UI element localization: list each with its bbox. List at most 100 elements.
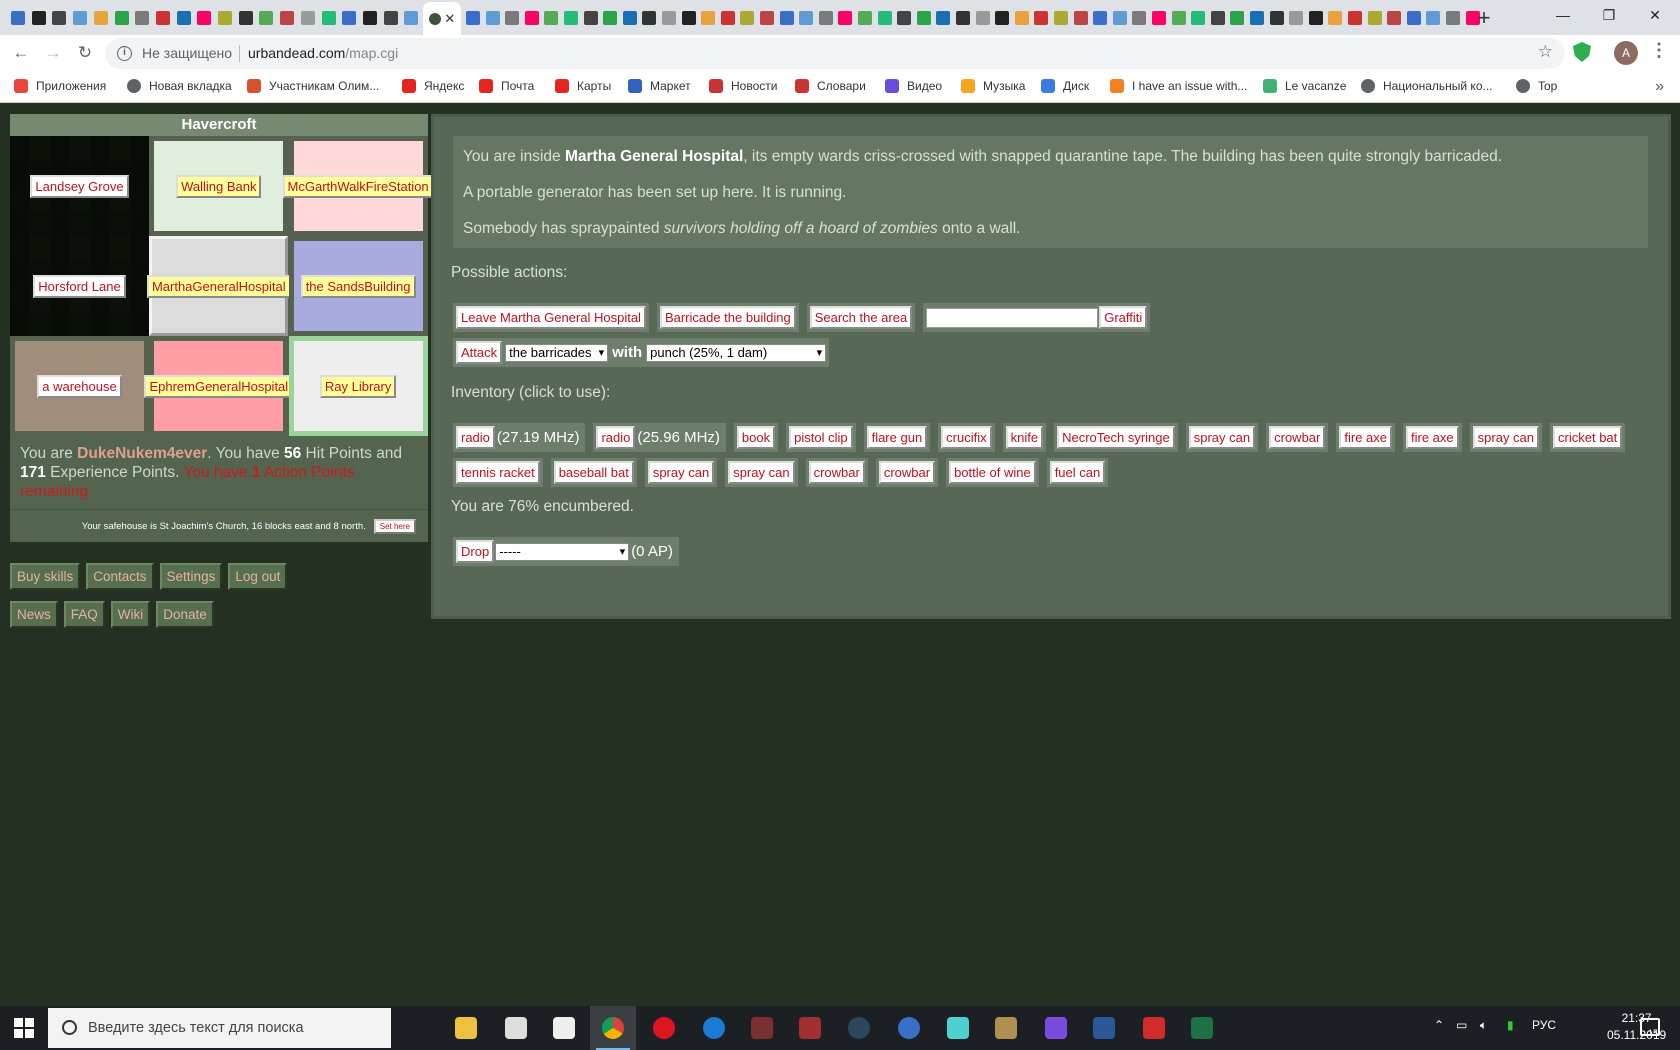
tab-favicon-icon[interactable]	[339, 6, 359, 30]
inventory-item-button[interactable]: NecroTech syringe	[1057, 426, 1175, 449]
more-bookmarks-icon[interactable]: »	[1655, 78, 1664, 96]
tab-favicon-icon[interactable]	[718, 6, 738, 30]
map-location-button[interactable]: a warehouse	[37, 374, 122, 398]
tab-favicon-icon[interactable]	[992, 6, 1012, 30]
tab-favicon-icon[interactable]	[194, 6, 214, 30]
tab-favicon-icon[interactable]	[360, 6, 380, 30]
tab-favicon-icon[interactable]	[973, 6, 993, 30]
tab-favicon-icon[interactable]	[70, 6, 90, 30]
bookmark-item[interactable]: Карты	[555, 79, 611, 93]
radio-button[interactable]: radio	[456, 426, 495, 449]
tab-favicon-icon[interactable]	[1306, 6, 1326, 30]
tab-favicon-icon[interactable]	[112, 6, 132, 30]
map-location-button[interactable]: MarthaGeneralHospital	[146, 274, 291, 298]
paint-icon[interactable]	[1042, 1014, 1070, 1042]
tab-favicon-icon[interactable]	[298, 6, 318, 30]
tab-favicon-icon[interactable]	[1031, 6, 1051, 30]
tab-favicon-icon[interactable]	[1423, 6, 1443, 30]
tab-favicon-icon[interactable]	[1129, 6, 1149, 30]
bookmark-item[interactable]: Участникам Олим...	[247, 79, 379, 93]
map-location-button[interactable]: Landsey Grove	[30, 174, 129, 198]
inventory-item-button[interactable]: tennis racket	[456, 461, 540, 484]
tab-favicon-icon[interactable]	[483, 6, 503, 30]
active-tab[interactable]: ✕	[423, 2, 461, 35]
tab-favicon-icon[interactable]	[277, 6, 297, 30]
tab-favicon-icon[interactable]	[1404, 6, 1424, 30]
tab-favicon-icon[interactable]	[639, 6, 659, 30]
address-bar[interactable]: i Не защищено urbandead.com/map.cgi ☆	[105, 38, 1565, 69]
inventory-item-button[interactable]: crowbar	[878, 461, 936, 484]
tab-favicon-icon[interactable]	[1169, 6, 1189, 30]
tab-favicon-icon[interactable]	[620, 6, 640, 30]
tab-favicon-icon[interactable]	[757, 6, 777, 30]
bookmark-item[interactable]: Словари	[795, 79, 866, 93]
tab-favicon-icon[interactable]	[679, 6, 699, 30]
r-icon[interactable]	[895, 1014, 923, 1042]
inventory-item-button[interactable]: spray can	[1472, 426, 1540, 449]
tab-favicon-icon[interactable]	[659, 6, 679, 30]
settings-link[interactable]: Settings	[159, 563, 223, 590]
info-icon[interactable]: i	[117, 46, 132, 61]
bookmark-item[interactable]: Новости	[709, 79, 777, 93]
new-tab-button[interactable]: +	[1470, 4, 1498, 32]
inventory-item-button[interactable]: knife	[1005, 426, 1044, 449]
edge-icon[interactable]	[700, 1014, 728, 1042]
tab-favicon-icon[interactable]	[1110, 6, 1130, 30]
task-view-icon[interactable]	[402, 1014, 430, 1042]
tab-favicon-icon[interactable]	[698, 6, 718, 30]
lock-icon[interactable]: ▮	[1507, 1018, 1514, 1032]
map-location-button[interactable]: EphremGeneralHospital	[144, 374, 294, 398]
map-cell[interactable]: a warehouse	[10, 336, 149, 436]
tab-favicon-icon[interactable]	[1325, 6, 1345, 30]
wiki-link[interactable]: Wiki	[110, 601, 151, 628]
leave-building-button[interactable]: Leave Martha General Hospital	[456, 306, 646, 329]
bookmark-item[interactable]: Национальный ко...	[1361, 79, 1493, 93]
attack-button[interactable]: Attack	[456, 341, 503, 364]
bookmark-item[interactable]: Новая вкладка	[127, 79, 232, 93]
tab-favicon-icon[interactable]	[381, 6, 401, 30]
map-location-button[interactable]: the SandsBuilding	[300, 274, 416, 298]
inventory-item-button[interactable]: crowbar	[808, 461, 865, 484]
drop-button[interactable]: Drop	[456, 540, 495, 563]
tab-favicon-icon[interactable]	[777, 6, 797, 30]
tab-favicon-icon[interactable]	[502, 6, 522, 30]
player-name[interactable]: DukeNukem4ever	[77, 445, 207, 462]
tab-favicon-icon[interactable]	[796, 6, 816, 30]
tab-favicon-icon[interactable]	[1188, 6, 1208, 30]
map-cell[interactable]: MarthaGeneralHospital	[146, 236, 291, 336]
language-indicator[interactable]: РУС	[1532, 1018, 1556, 1032]
chrome-icon[interactable]	[590, 1006, 636, 1050]
acrobat-icon[interactable]	[1140, 1014, 1168, 1042]
inventory-item-button[interactable]: fire axe	[1406, 426, 1459, 449]
tab-favicon-icon[interactable]	[541, 6, 561, 30]
map-location-button[interactable]: Horsford Lane	[33, 274, 126, 298]
tab-favicon-icon[interactable]	[1247, 6, 1267, 30]
bookmark-item[interactable]: Le vacanze	[1263, 79, 1346, 93]
map-cell[interactable]: EphremGeneralHospital	[144, 336, 294, 436]
tab-favicon-icon[interactable]	[49, 6, 69, 30]
tab-favicon-icon[interactable]	[581, 6, 601, 30]
inventory-item-button[interactable]: spray can	[728, 461, 795, 484]
attack-target-select[interactable]: the barricades	[505, 343, 609, 362]
steam-icon[interactable]	[845, 1014, 873, 1042]
store-icon[interactable]	[502, 1014, 530, 1042]
network-icon[interactable]: ▭	[1456, 1018, 1467, 1032]
volume-icon[interactable]: 🔈︎	[1480, 1018, 1487, 1033]
tab-favicon-icon[interactable]	[1208, 6, 1228, 30]
map-cell[interactable]: Horsford Lane	[10, 236, 149, 336]
tab-favicon-icon[interactable]	[1227, 6, 1247, 30]
chevron-up-icon[interactable]: ⌃	[1434, 1018, 1444, 1032]
inventory-item-button[interactable]: bottle of wine	[949, 461, 1036, 484]
map-location-button[interactable]: McGarthWalkFireStation	[282, 174, 434, 198]
inventory-item-button[interactable]: fire axe	[1339, 426, 1393, 449]
tab-favicon-icon[interactable]	[875, 6, 895, 30]
tab-favicon-icon[interactable]	[91, 6, 111, 30]
tab-favicon-icon[interactable]	[914, 6, 934, 30]
map-location-button[interactable]: Ray Library	[319, 374, 397, 398]
set-safehouse-button[interactable]: Set here	[373, 518, 416, 534]
tab-favicon-icon[interactable]	[319, 6, 339, 30]
shield-extension-icon[interactable]	[1573, 42, 1591, 62]
tab-favicon-icon[interactable]	[953, 6, 973, 30]
tab-favicon-icon[interactable]	[816, 6, 836, 30]
search-area-button[interactable]: Search the area	[809, 306, 913, 329]
